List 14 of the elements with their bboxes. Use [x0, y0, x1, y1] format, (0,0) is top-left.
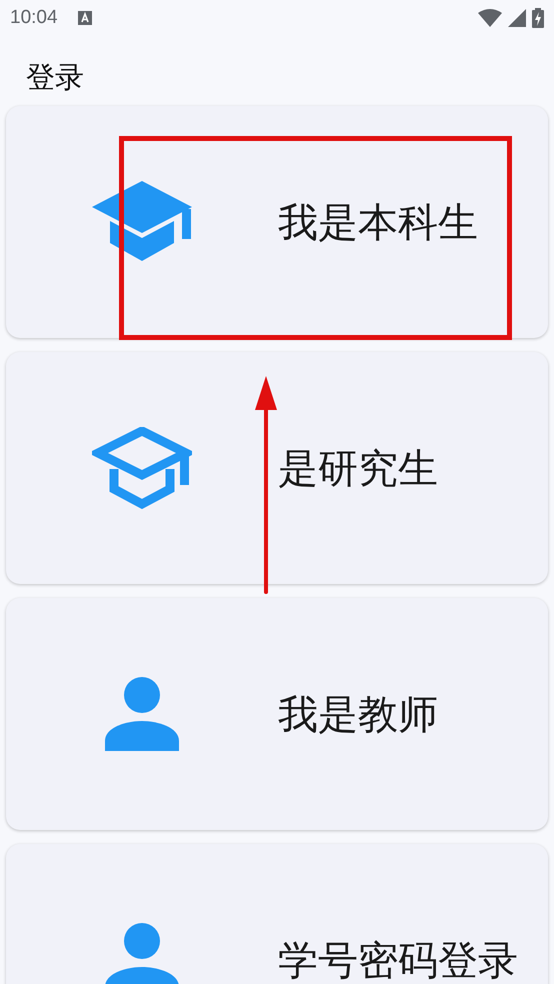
login-option-card[interactable]: 是研究生 [6, 352, 548, 584]
wifi-icon [478, 9, 502, 27]
login-option-card[interactable]: 我是教师 [6, 598, 548, 830]
person-icon [105, 923, 179, 984]
login-option-card[interactable]: 我是本科生 [6, 106, 548, 338]
graduation-cap-icon [92, 427, 192, 509]
status-time: 10:04 [10, 7, 58, 29]
page-title: 登录 [25, 59, 85, 96]
notification-icon [78, 11, 92, 25]
login-option-card[interactable]: 学号密码登录 [6, 844, 548, 984]
battery-icon [532, 8, 544, 28]
signal-icon [508, 9, 526, 27]
graduation-cap-icon [92, 181, 192, 263]
person-icon [105, 677, 179, 751]
